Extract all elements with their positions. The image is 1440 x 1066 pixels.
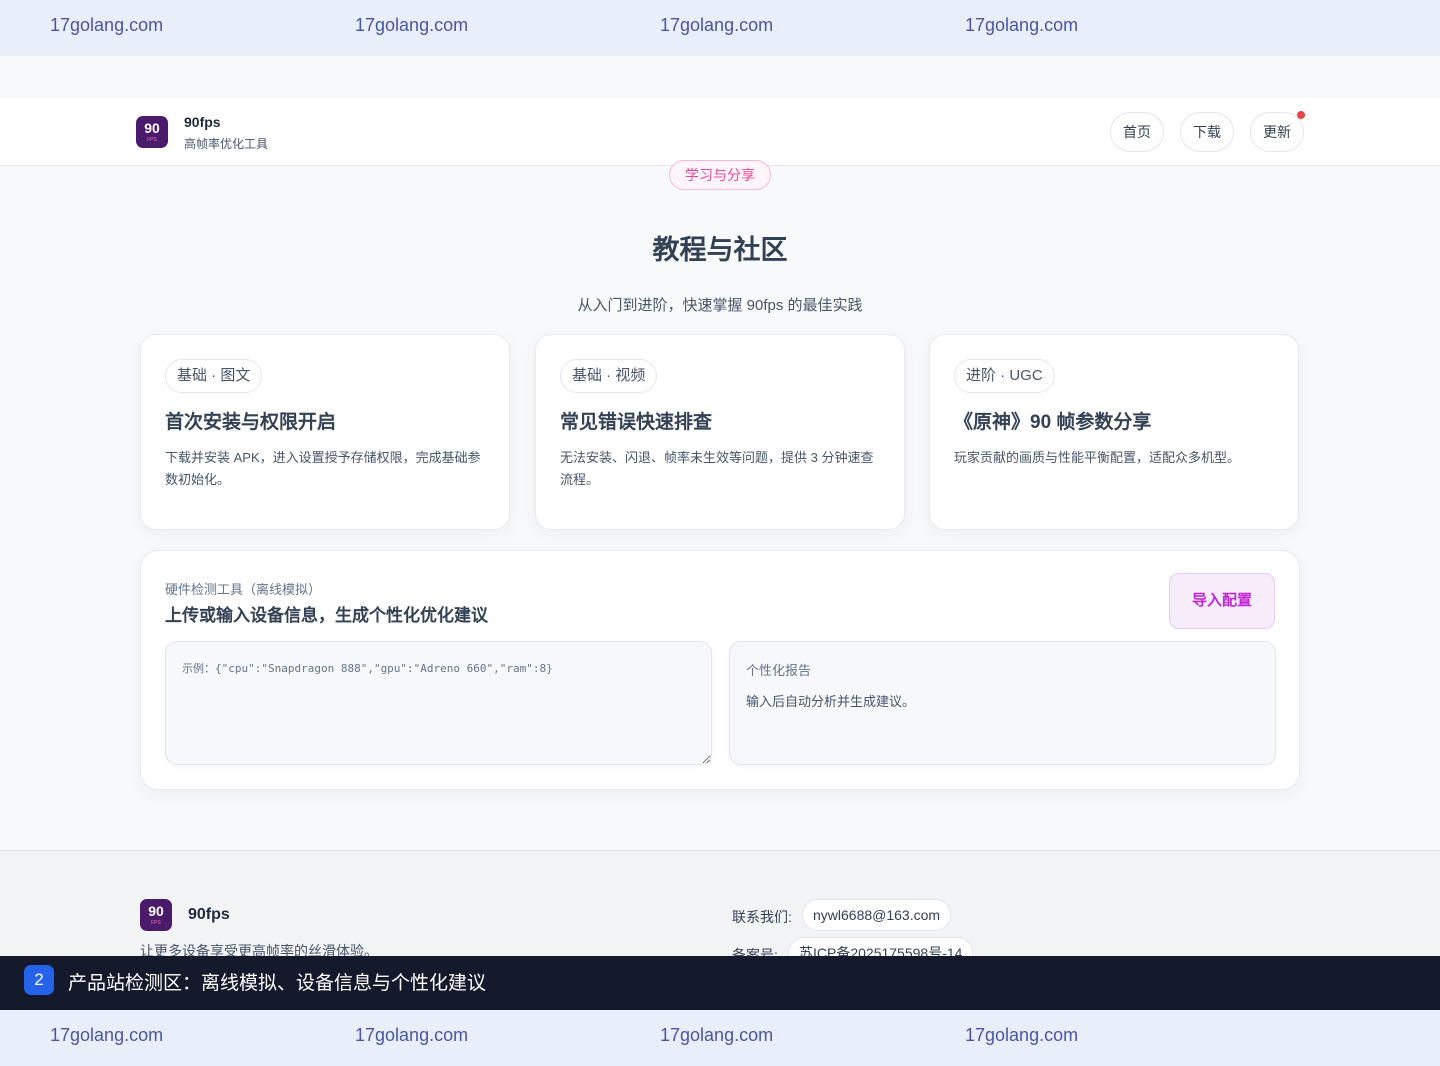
watermark-text: 17golang.com <box>660 15 774 35</box>
footer-slogan: 让更多设备享受更高帧率的丝滑体验。 <box>140 943 378 956</box>
footer-brand: 90fps <box>188 906 230 923</box>
tutorial-card[interactable]: 基础 · 视频 常见错误快速排查 无法安装、闪退、帧率未生效等问题，提供 3 分… <box>535 334 905 530</box>
caption-text: 产品站检测区：离线模拟、设备信息与个性化建议 <box>68 973 487 994</box>
tutorial-card[interactable]: 基础 · 图文 首次安装与权限开启 下载并安装 APK，进入设置授予存储权限，完… <box>140 334 510 530</box>
card-description: 无法安装、闪退、帧率未生效等问题，提供 3 分钟速查流程。 <box>560 450 874 487</box>
card-description: 下载并安装 APK，进入设置授予存储权限，完成基础参数初始化。 <box>165 450 481 487</box>
watermark-text: 17golang.com <box>50 15 164 35</box>
watermark-text: 17golang.com <box>355 1025 469 1045</box>
icp-number-link[interactable]: 苏ICP备2025175598号-14 <box>788 937 974 956</box>
watermark-text: 17golang.com <box>965 1025 1079 1045</box>
tool-kicker: 硬件检测工具（离线模拟） <box>165 582 322 597</box>
site-footer: 90 FPS 90fps 让更多设备享受更高帧率的丝滑体验。 联系我们: nyw… <box>0 850 1440 956</box>
section-title: 教程与社区 <box>652 235 788 265</box>
import-config-button[interactable]: 导入配置 <box>1169 573 1275 629</box>
card-description: 玩家贡献的画质与性能平衡配置，适配众多机型。 <box>954 450 1241 465</box>
contact-label: 联系我们: <box>732 909 792 925</box>
logo-sub: FPS <box>147 137 157 143</box>
caption-step-badge: 2 <box>24 965 54 995</box>
footer-logo: 90 FPS <box>140 899 172 931</box>
brand-name[interactable]: 90fps <box>184 114 221 130</box>
logo-number: 90 <box>144 120 160 136</box>
logo-number: 90 <box>148 903 164 919</box>
tutorial-card[interactable]: 进阶 · UGC 《原神》90 帧参数分享 玩家贡献的画质与性能平衡配置，适配众… <box>929 334 1299 530</box>
card-title: 首次安装与权限开启 <box>165 412 337 433</box>
brand-logo[interactable]: 90 FPS <box>136 116 168 148</box>
watermark-bar-bottom: 17golang.com 17golang.com 17golang.com 1… <box>0 1010 1440 1066</box>
watermark-text: 17golang.com <box>50 1025 164 1045</box>
report-title: 个性化报告 <box>746 663 812 678</box>
site-header: 90 FPS 90fps 高帧率优化工具 首页 下载 更新 <box>0 98 1440 166</box>
watermark-bar-top: 17golang.com 17golang.com 17golang.com 1… <box>0 0 1440 56</box>
nav-home-button[interactable]: 首页 <box>1110 112 1164 152</box>
nav-download-button[interactable]: 下载 <box>1180 112 1234 152</box>
hardware-detection-panel: 硬件检测工具（离线模拟） 上传或输入设备信息，生成个性化优化建议 导入配置 个性… <box>140 550 1300 790</box>
watermark-text: 17golang.com <box>355 15 469 35</box>
icp-label: 备案号: <box>732 947 778 956</box>
device-info-input[interactable] <box>165 641 712 765</box>
card-title: 常见错误快速排查 <box>560 412 713 433</box>
card-title: 《原神》90 帧参数分享 <box>954 412 1152 433</box>
page-viewport: 90 FPS 90fps 高帧率优化工具 首页 下载 更新 学习与分享 教程与社… <box>0 56 1440 956</box>
card-tag: 基础 · 图文 <box>165 359 263 393</box>
section-subtitle: 从入门到进阶，快速掌握 90fps 的最佳实践 <box>577 297 863 314</box>
logo-sub: FPS <box>151 920 161 926</box>
personalized-report-panel: 个性化报告 输入后自动分析并生成建议。 <box>729 641 1276 765</box>
report-text: 输入后自动分析并生成建议。 <box>746 694 916 709</box>
watermark-text: 17golang.com <box>660 1025 774 1045</box>
caption-bar: 2 产品站检测区：离线模拟、设备信息与个性化建议 <box>0 956 1440 1010</box>
card-tag: 进阶 · UGC <box>954 359 1055 393</box>
card-tag: 基础 · 视频 <box>560 359 658 393</box>
nav-update-button[interactable]: 更新 <box>1250 112 1304 152</box>
section-pill: 学习与分享 <box>669 160 771 190</box>
brand-tagline: 高帧率优化工具 <box>184 137 269 151</box>
watermark-text: 17golang.com <box>965 15 1079 35</box>
contact-email-link[interactable]: nywl6688@163.com <box>802 899 952 931</box>
tool-heading: 上传或输入设备信息，生成个性化优化建议 <box>165 606 488 625</box>
notification-dot-icon <box>1297 111 1305 119</box>
